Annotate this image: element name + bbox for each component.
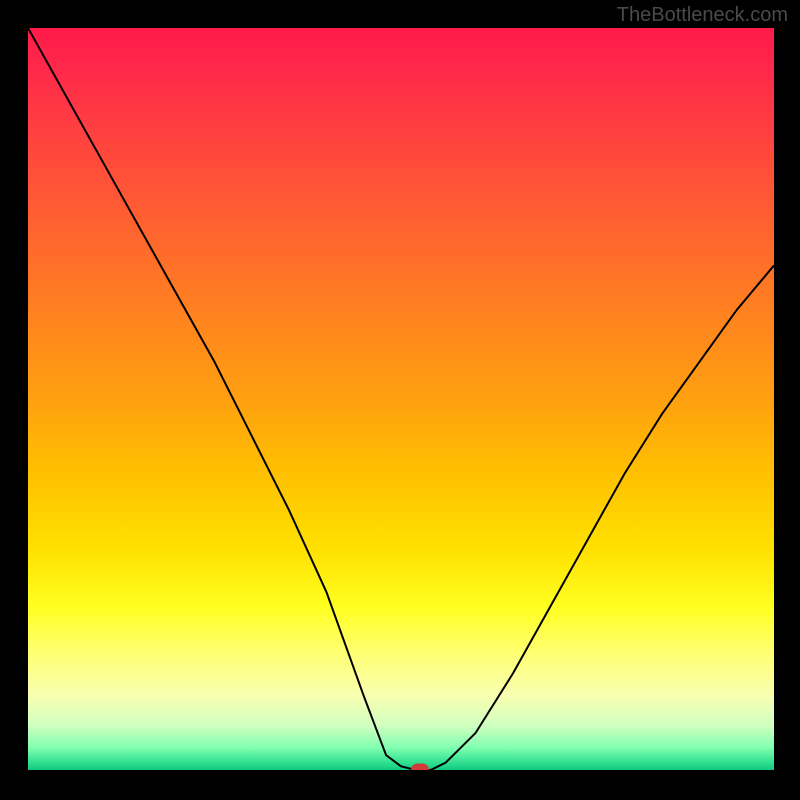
watermark-text: TheBottleneck.com [617,4,788,27]
minimum-marker [411,764,429,771]
chart-frame: TheBottleneck.com [0,0,800,800]
plot-area [28,28,774,770]
bottleneck-curve [28,28,774,770]
